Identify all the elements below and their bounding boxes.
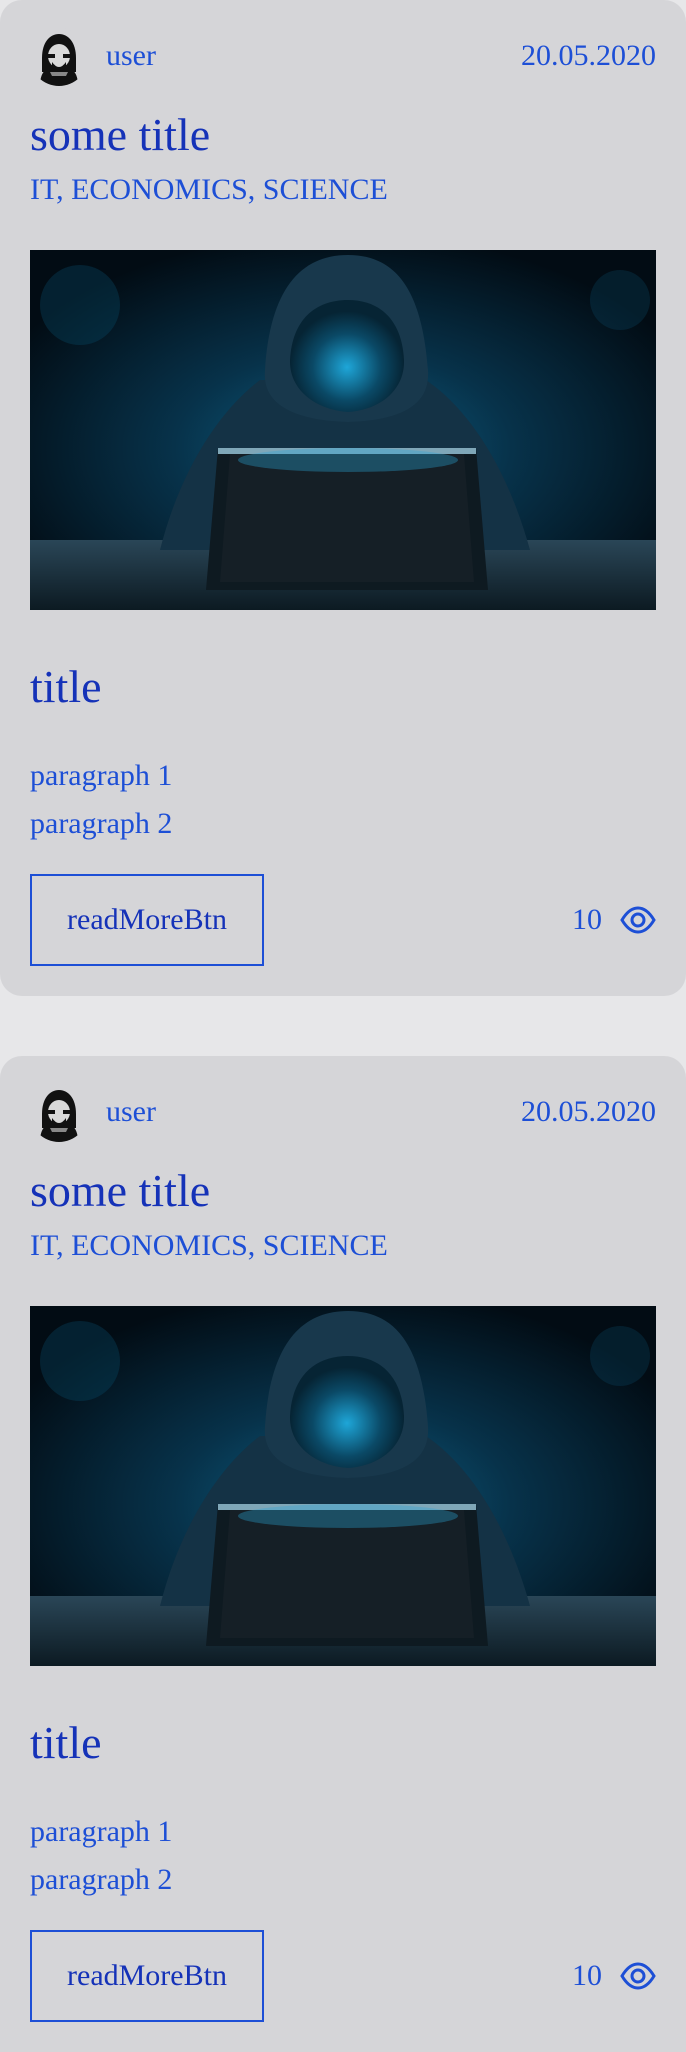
views-count: 10 [572, 903, 602, 936]
post-subtitle: title [30, 1717, 102, 1768]
post-title: some title [30, 1165, 211, 1216]
post-date: 20.05.2020 [521, 1095, 656, 1128]
post-title: some title [30, 109, 211, 160]
views-count: 10 [572, 1959, 602, 1992]
post-tags: IT, ECONOMICS, SCIENCE [30, 1229, 388, 1262]
post-paragraph: paragraph 2 [30, 1863, 173, 1896]
post-paragraph: paragraph 2 [30, 807, 173, 840]
eye-icon [620, 1962, 656, 1990]
eye-icon [620, 906, 656, 934]
hacker-avatar-icon[interactable] [30, 28, 88, 86]
read-more-button[interactable]: readMoreBtn [30, 874, 264, 966]
hacker-avatar-icon[interactable] [30, 1084, 88, 1142]
post-tags: IT, ECONOMICS, SCIENCE [30, 173, 388, 206]
post-card: user 20.05.2020 some title IT, ECONOMICS… [0, 0, 686, 996]
post-feed: user 20.05.2020 some title IT, ECONOMICS… [0, 0, 686, 2052]
post-paragraph: paragraph 1 [30, 759, 173, 792]
read-more-button[interactable]: readMoreBtn [30, 1930, 264, 2022]
post-header: user 20.05.2020 some title IT, ECONOMICS… [30, 0, 656, 240]
post-subtitle: title [30, 661, 102, 712]
post-card: user 20.05.2020 some title IT, ECONOMICS… [0, 1056, 686, 2052]
author-name[interactable]: user [106, 38, 156, 74]
post-header: user 20.05.2020 some title IT, ECONOMICS… [30, 1056, 656, 1296]
post-paragraph: paragraph 1 [30, 1815, 173, 1848]
views-counter: 10 [572, 898, 656, 942]
hooded-hacker-laptop-photo [30, 1306, 656, 1666]
views-counter: 10 [572, 1954, 656, 1998]
author-name[interactable]: user [106, 1094, 156, 1130]
hooded-hacker-laptop-photo [30, 250, 656, 610]
post-date: 20.05.2020 [521, 39, 656, 72]
